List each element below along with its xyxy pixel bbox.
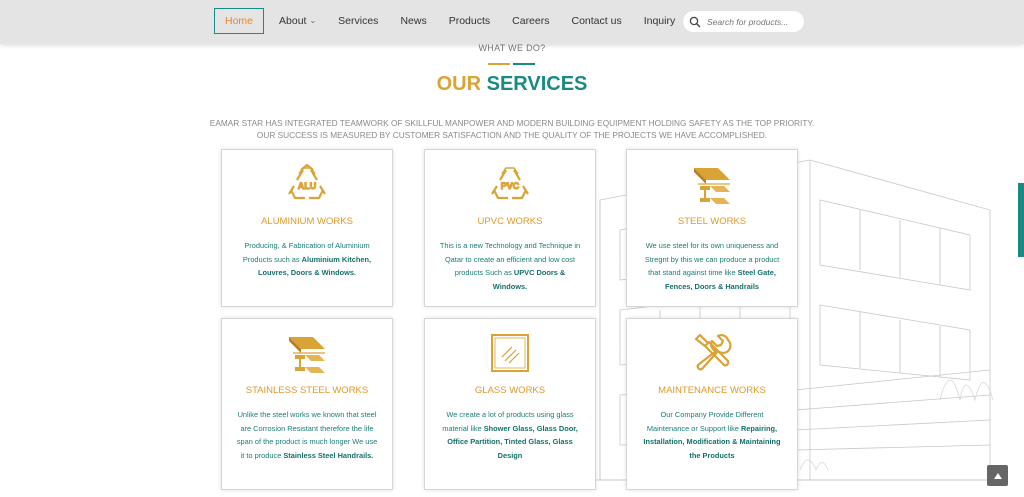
service-card-maintenance[interactable]: MAINTENANCE WORKS Our Company Provide Di…: [626, 318, 798, 490]
nav-careers[interactable]: Careers: [501, 8, 560, 34]
service-card-aluminium[interactable]: ALU ALUMINIUM WORKS Producing, & Fabrica…: [221, 149, 393, 307]
caret-up-icon: [993, 472, 1002, 479]
nav-products-label: Products: [448, 15, 491, 27]
scroll-to-top-button[interactable]: [987, 465, 1008, 486]
chevron-down-icon: ⌄: [309, 16, 317, 25]
service-title: STAINLESS STEEL WORKS: [245, 385, 369, 396]
nav-contact-label: Contact us: [571, 15, 622, 27]
nav-careers-label: Careers: [512, 15, 550, 27]
nav-products[interactable]: Products: [438, 8, 501, 34]
top-navbar: Home About ⌄ Services News Products Caree…: [0, 0, 1024, 44]
steel-beam-icon: [289, 337, 325, 373]
service-title: STEEL WORKS: [677, 216, 747, 227]
nav-inquiry[interactable]: Inquiry: [633, 8, 687, 34]
nav-about-label: About: [279, 15, 307, 27]
intro-line-1: EAMAR STAR HAS INTEGRATED TEAMWORK OF SK…: [209, 118, 815, 128]
nav-about[interactable]: About ⌄: [268, 8, 327, 34]
service-description: We create a lot of products using glass …: [442, 410, 578, 460]
heading-underline: [488, 63, 536, 65]
svg-text:PVC: PVC: [501, 181, 520, 191]
tools-icon: [694, 333, 732, 371]
steel-beam-icon: [694, 168, 730, 204]
service-description: We use steel for its own uniqueness and …: [644, 241, 780, 291]
service-title: MAINTENANCE WORKS: [658, 385, 766, 396]
section-title: OUR SERVICES: [0, 73, 1024, 96]
svg-text:ALU: ALU: [298, 181, 317, 191]
section-kicker: WHAT WE DO?: [478, 43, 546, 53]
service-description: Unlike the steel works we known that ste…: [236, 410, 378, 460]
search-input[interactable]: [707, 16, 802, 27]
service-card-stainless-steel[interactable]: STAINLESS STEEL WORKS Unlike the steel w…: [221, 318, 393, 490]
service-card-steel[interactable]: STEEL WORKS We use steel for its own uni…: [626, 149, 798, 307]
nav-services-label: Services: [338, 15, 379, 27]
page: Home About ⌄ Services News Products Caree…: [0, 0, 1024, 497]
service-description: Our Company Provide Different Maintenanc…: [643, 410, 781, 460]
service-card-glass[interactable]: GLASS WORKS We create a lot of products …: [424, 318, 596, 490]
service-title: GLASS WORKS: [474, 385, 546, 396]
search-box[interactable]: [683, 11, 804, 32]
nav-news-label: News: [400, 15, 427, 27]
service-description: This is a new Technology and Technique i…: [439, 241, 581, 291]
glass-pane-icon: [491, 334, 529, 372]
section-intro: EAMAR STAR HAS INTEGRATED TEAMWORK OF SK…: [200, 117, 824, 141]
service-title: ALUMINIUM WORKS: [261, 216, 353, 227]
side-accent-tab[interactable]: [1018, 183, 1024, 257]
title-word-our: OUR: [436, 73, 482, 95]
nav-contact[interactable]: Contact us: [561, 8, 633, 34]
service-description: Producing, & Fabrication of Aluminium Pr…: [242, 241, 372, 277]
nav-home[interactable]: Home: [214, 8, 265, 34]
recycle-pvc-icon: PVC: [491, 167, 529, 200]
service-title: UPVC WORKS: [477, 216, 543, 227]
nav-inquiry-label: Inquiry: [643, 15, 676, 27]
search-icon: [689, 16, 701, 27]
nav-services[interactable]: Services: [327, 8, 389, 34]
recycle-alu-icon: ALU: [288, 163, 326, 200]
service-card-upvc[interactable]: PVC UPVC WORKS This is a new Technology …: [424, 149, 596, 307]
intro-line-2: OUR SUCCESS IS MEASURED BY CUSTOMER SATI…: [256, 130, 768, 140]
nav-news[interactable]: News: [389, 8, 437, 34]
title-word-services: SERVICES: [486, 73, 588, 95]
main-nav: Home About ⌄ Services News Products Caree…: [214, 8, 686, 34]
nav-home-label: Home: [225, 15, 254, 27]
